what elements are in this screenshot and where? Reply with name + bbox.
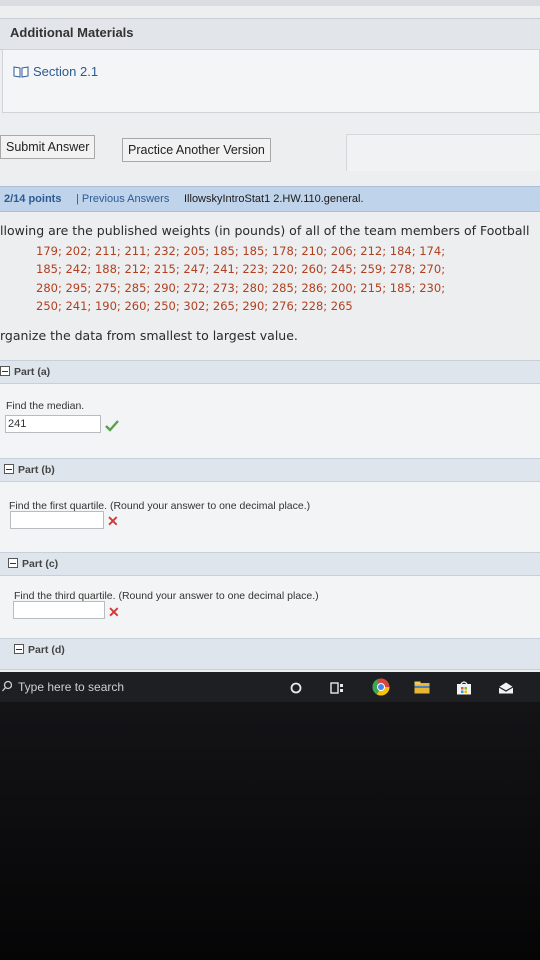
file-explorer-icon[interactable] [414, 681, 430, 694]
additional-materials-body: Section 2.1 [2, 49, 540, 113]
median-answer-field[interactable]: 241 [5, 415, 101, 433]
monitor-bezel [0, 702, 540, 960]
part-b-body: Find the first quartile. (Round your ans… [0, 482, 540, 552]
search-icon[interactable] [2, 680, 12, 692]
part-b-header[interactable]: Part (b) [0, 458, 540, 482]
data-line: 185; 242; 188; 212; 215; 247; 241; 223; … [36, 262, 446, 277]
section-link[interactable]: Section 2.1 [13, 64, 98, 79]
top-strip [0, 0, 540, 6]
points-badge: 2/14 points [4, 193, 62, 205]
part-c-header[interactable]: Part (c) [0, 552, 540, 576]
weights-data: 179; 202; 211; 211; 232; 205; 185; 185; … [36, 242, 536, 316]
cortana-icon[interactable] [290, 682, 302, 694]
windows-taskbar: Type here to search [0, 672, 540, 702]
taskbar-search-box[interactable]: Type here to search [18, 680, 124, 694]
previous-answers-link[interactable]: | Previous Answers [76, 187, 169, 211]
third-quartile-field[interactable] [13, 601, 105, 619]
task-view-icon[interactable] [330, 682, 344, 694]
collapse-icon[interactable] [4, 464, 14, 474]
part-d-label: Part (d) [28, 644, 65, 656]
part-c-label: Part (c) [22, 558, 59, 570]
part-b-label: Part (b) [18, 464, 55, 476]
section-link-label[interactable]: Section 2.1 [33, 64, 98, 79]
check-icon [105, 420, 119, 432]
browser-viewport: Additional Materials Section 2.1 Submit … [0, 0, 540, 702]
part-a-prompt: Find the median. [6, 400, 85, 412]
store-icon[interactable] [456, 680, 472, 695]
book-icon [13, 65, 29, 78]
incorrect-icon: ✕ [107, 513, 119, 529]
first-quartile-field[interactable] [10, 511, 104, 529]
incorrect-icon: ✕ [108, 604, 120, 620]
question-instruction: rganize the data from smallest to larges… [0, 328, 298, 343]
collapse-icon[interactable] [8, 558, 18, 568]
collapse-icon[interactable] [0, 366, 10, 376]
question-intro: llowing are the published weights (in po… [0, 223, 530, 238]
practice-another-version-button[interactable]: Practice Another Version [122, 138, 271, 162]
part-d-header[interactable]: Part (d) [0, 638, 540, 670]
chrome-icon[interactable] [372, 678, 390, 696]
part-c-body: Find the third quartile. (Round your ans… [0, 576, 540, 638]
data-line: 250; 241; 190; 260; 250; 302; 265; 290; … [36, 299, 353, 314]
part-a-header[interactable]: Part (a) [0, 360, 540, 384]
mail-icon[interactable] [498, 682, 514, 694]
data-line: 179; 202; 211; 211; 232; 205; 185; 185; … [36, 244, 446, 258]
question-header: 2/14 points | Previous Answers IllowskyI… [0, 186, 540, 212]
blank-panel [346, 134, 540, 171]
additional-materials-header: Additional Materials [0, 18, 540, 50]
part-a-body: Find the median. 241 [0, 384, 540, 458]
part-a-label: Part (a) [14, 366, 51, 378]
additional-materials-title: Additional Materials [10, 25, 134, 40]
question-id: IllowskyIntroStat1 2.HW.110.general. [184, 193, 364, 205]
submit-answer-button[interactable]: Submit Answer [0, 135, 96, 159]
data-line: 280; 295; 275; 285; 290; 272; 273; 280; … [36, 280, 446, 295]
collapse-icon[interactable] [14, 644, 24, 654]
